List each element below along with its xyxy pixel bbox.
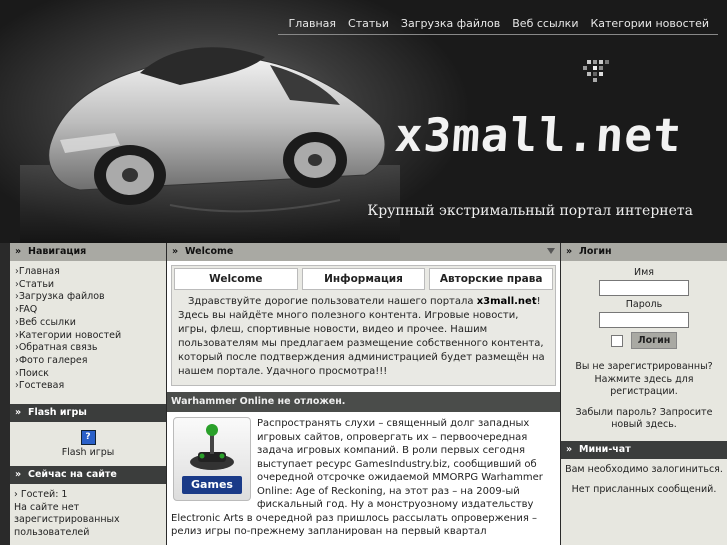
nav-weblinks[interactable]: Веб ссылки xyxy=(14,317,162,330)
nav-faq[interactable]: FAQ xyxy=(14,304,162,317)
login-block-title: Логин xyxy=(561,243,727,261)
chat-no-messages: Нет присланных сообщений. xyxy=(571,484,717,495)
topnav-weblinks[interactable]: Веб ссылки xyxy=(506,17,584,31)
name-label: Имя xyxy=(634,267,654,278)
register-link[interactable]: Вы не зарегистрированны? Нажмите здесь д… xyxy=(565,361,723,399)
left-sidebar: Навигация Главная Статьи Загрузка файлов… xyxy=(10,243,166,545)
login-row: Логин xyxy=(565,332,723,349)
forgot-password-link[interactable]: Забыли пароль? Запросите новый здесь. xyxy=(565,407,723,432)
password-input[interactable] xyxy=(599,312,689,328)
topnav-divider xyxy=(278,34,718,35)
car-image xyxy=(20,47,400,243)
chat-login-required: Вам необходимо залогиниться. xyxy=(565,463,723,475)
navigation-block: Главная Статьи Загрузка файлов FAQ Веб с… xyxy=(10,261,166,399)
online-guests: › Гостей: 1 xyxy=(14,489,68,501)
right-sidebar: Логин Имя Пароль Логин Вы не зарегистрир… xyxy=(561,243,727,545)
news-title[interactable]: Warhammer Online не отложен. xyxy=(167,392,560,412)
chat-block-title: Мини-чат xyxy=(561,440,727,459)
topnav-home[interactable]: Главная xyxy=(283,17,343,31)
guests-count: Гостей: 1 xyxy=(20,489,68,501)
games-category-icon[interactable]: Games xyxy=(173,417,251,501)
topnav-articles[interactable]: Статьи xyxy=(342,17,395,31)
flash-block: ? Flash игры xyxy=(10,422,166,467)
tab-welcome[interactable]: Welcome xyxy=(174,268,298,290)
login-button[interactable]: Логин xyxy=(630,332,678,349)
welcome-block-title: Welcome xyxy=(185,246,234,257)
site-logo: x3mall.net xyxy=(393,108,684,162)
flash-games-link[interactable]: Flash игры xyxy=(14,447,162,458)
username-input[interactable] xyxy=(599,280,689,296)
welcome-block-header: Welcome xyxy=(167,243,560,261)
online-registered-text: На сайте нет зарегистрированных пользова… xyxy=(14,501,120,538)
news-article: Games Распространять слухи – священный д… xyxy=(167,412,560,544)
top-navigation: Главная Статьи Загрузка файлов Веб ссылк… xyxy=(283,17,715,31)
online-block-title: Сейчас на сайте xyxy=(10,466,166,485)
nav-home[interactable]: Главная xyxy=(14,266,162,279)
nav-search[interactable]: Поиск xyxy=(14,368,162,381)
nav-photo-gallery[interactable]: Фото галерея xyxy=(14,355,162,368)
nav-guestbook[interactable]: Гостевая xyxy=(14,380,162,393)
welcome-text: Здравствуйте дорогие пользователи нашего… xyxy=(178,296,545,377)
main-content: Welcome Welcome Информация Авторские пра… xyxy=(167,243,560,545)
topnav-news-categories[interactable]: Категории новостей xyxy=(584,17,715,31)
topnav-downloads[interactable]: Загрузка файлов xyxy=(395,17,506,31)
games-label: Games xyxy=(182,476,242,494)
site-slogan: Крупный экстримальный портал интернета xyxy=(367,203,693,219)
password-label: Пароль xyxy=(625,299,663,310)
collapse-arrow-icon[interactable] xyxy=(547,248,555,254)
login-block: Имя Пароль Логин Вы не зарегистрированны… xyxy=(561,261,727,437)
flash-game-icon[interactable]: ? xyxy=(80,430,96,446)
pixel-logo-icon xyxy=(583,60,609,82)
remember-me-checkbox[interactable] xyxy=(610,334,623,347)
welcome-box: Welcome Информация Авторские права Здрав… xyxy=(171,265,556,386)
site-header: Главная Статьи Загрузка файлов Веб ссылк… xyxy=(0,0,727,243)
tab-copyright[interactable]: Авторские права xyxy=(429,268,554,290)
site-name-bold: x3mall.net xyxy=(476,296,537,307)
joystick-icon xyxy=(190,424,234,470)
welcome-tabs: Welcome Информация Авторские права xyxy=(172,266,555,292)
nav-articles[interactable]: Статьи xyxy=(14,279,162,292)
nav-downloads[interactable]: Загрузка файлов xyxy=(14,291,162,304)
chat-block: Вам необходимо залогиниться. Нет прислан… xyxy=(561,458,727,502)
navigation-block-title: Навигация xyxy=(10,243,166,261)
flash-block-title: Flash игры xyxy=(10,404,166,423)
nav-feedback[interactable]: Обратная связь xyxy=(14,342,162,355)
tab-information[interactable]: Информация xyxy=(301,268,426,290)
online-block: › Гостей: 1 На сайте нет зарегистрирован… xyxy=(10,484,166,545)
nav-news-categories[interactable]: Категории новостей xyxy=(14,330,162,343)
